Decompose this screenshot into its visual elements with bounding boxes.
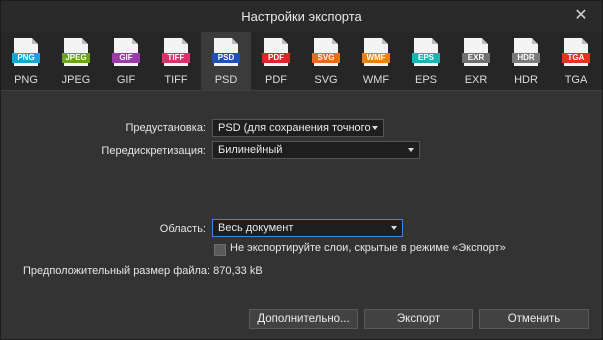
title-bar: Настройки экспорта ✕ — [1, 1, 602, 32]
hidden-layers-checkbox[interactable] — [214, 244, 226, 256]
more-button[interactable]: Дополнительно... — [249, 309, 358, 329]
close-icon[interactable]: ✕ — [572, 7, 590, 25]
format-svg[interactable]: SVG SVG — [301, 32, 351, 90]
gif-file-icon: GIF — [112, 38, 140, 66]
format-hdr[interactable]: HDR HDR — [501, 32, 551, 90]
export-button[interactable]: Экспорт — [364, 309, 473, 329]
eps-file-icon: EPS — [412, 38, 440, 66]
export-dialog: Настройки экспорта ✕ PNG PNG JPEG JPEG GIF… — [0, 0, 603, 340]
preset-value: PSD (для сохранения точного — [218, 122, 371, 134]
jpeg-file-icon: JPEG — [62, 38, 90, 66]
area-value: Весь документ — [218, 222, 294, 234]
pdf-file-icon: PDF — [262, 38, 290, 66]
hdr-file-icon: HDR — [512, 38, 540, 66]
format-png[interactable]: PNG PNG — [1, 32, 51, 90]
preset-label: Предустановка: — [125, 122, 207, 134]
cancel-button[interactable]: Отменить — [479, 309, 589, 329]
tga-file-icon: TGA — [562, 38, 590, 66]
chevron-down-icon — [408, 148, 414, 152]
resample-value: Билинейный — [218, 144, 283, 156]
format-pdf[interactable]: PDF PDF — [251, 32, 301, 90]
area-label: Область: — [159, 223, 206, 235]
resample-label: Передискретизация: — [101, 145, 206, 157]
area-dropdown[interactable]: Весь документ — [212, 219, 403, 237]
resample-dropdown[interactable]: Билинейный — [212, 141, 420, 159]
estimated-file-size: Предположительный размер файла: 870,33 k… — [23, 265, 263, 277]
format-wmf[interactable]: WMF WMF — [351, 32, 401, 90]
psd-file-icon: PSD — [212, 38, 240, 66]
format-selector: PNG PNG JPEG JPEG GIF GIF TIFF TIFF PSD PSD P… — [1, 32, 602, 90]
tiff-file-icon: TIFF — [162, 38, 190, 66]
wmf-file-icon: WMF — [362, 38, 390, 66]
format-bar-divider — [1, 90, 602, 91]
chevron-down-icon — [391, 226, 397, 230]
format-exr[interactable]: EXR EXR — [451, 32, 501, 90]
dialog-title: Настройки экспорта — [241, 9, 362, 24]
format-eps[interactable]: EPS EPS — [401, 32, 451, 90]
format-psd[interactable]: PSD PSD — [201, 32, 251, 90]
exr-file-icon: EXR — [462, 38, 490, 66]
hidden-layers-label: Не экспортируйте слои, скрытые в режиме … — [230, 242, 506, 254]
png-file-icon: PNG — [12, 38, 40, 66]
format-gif[interactable]: GIF GIF — [101, 32, 151, 90]
format-jpeg[interactable]: JPEG JPEG — [51, 32, 101, 90]
svg-file-icon: SVG — [312, 38, 340, 66]
format-tiff[interactable]: TIFF TIFF — [151, 32, 201, 90]
format-tga[interactable]: TGA TGA — [551, 32, 601, 90]
chevron-down-icon — [372, 126, 378, 130]
preset-dropdown[interactable]: PSD (для сохранения точного — [212, 119, 384, 137]
